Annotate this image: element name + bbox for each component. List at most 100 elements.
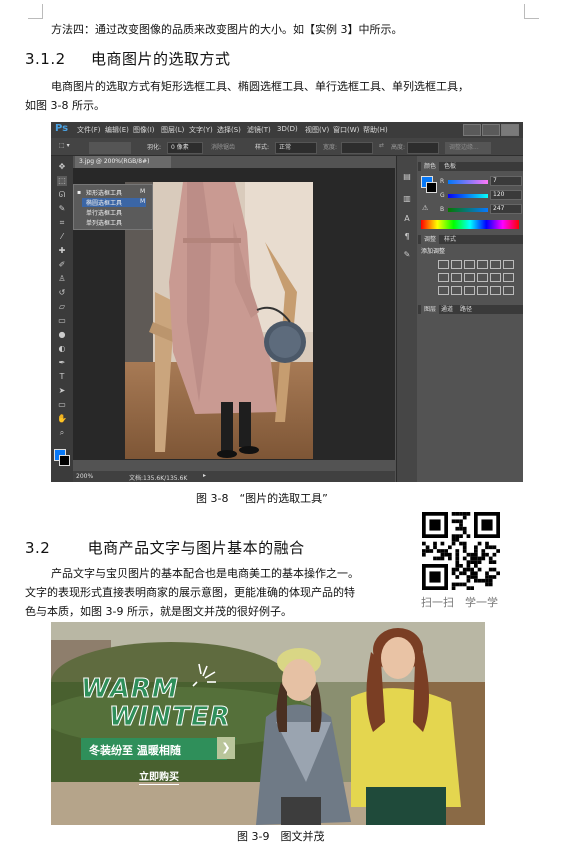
menu-item-8[interactable]: 视图(V) — [305, 125, 329, 135]
menu-item-0[interactable]: 文件(F) — [77, 125, 101, 135]
background-color-swatch[interactable] — [59, 455, 70, 466]
menu-item-3[interactable]: 图层(L) — [161, 125, 184, 135]
zoom-level[interactable]: 200% — [76, 473, 93, 480]
height-input[interactable] — [407, 142, 439, 154]
tab-paths[interactable]: 路径 — [460, 305, 472, 314]
tab-swatches[interactable]: 色板 — [444, 162, 456, 171]
menu-item-10[interactable]: 帮助(H) — [363, 125, 388, 135]
tab-adjustments[interactable]: 调整 — [421, 235, 440, 244]
properties-panel-icon[interactable]: ▥ — [402, 194, 412, 204]
menu-item-2[interactable]: 图像(I) — [133, 125, 155, 135]
row-marquee-item[interactable]: 单行选框工具 — [86, 208, 122, 217]
status-arrow-icon[interactable]: ▸ — [203, 472, 206, 479]
rect-marquee-key: M — [140, 188, 146, 195]
pen-tool-icon[interactable]: ✒ — [57, 358, 67, 368]
channel-b-value[interactable]: 247 — [490, 204, 522, 214]
antialias-checkbox[interactable]: 消除锯齿 — [211, 142, 235, 151]
adjustment-icon-17[interactable] — [503, 286, 514, 295]
minimize-button[interactable] — [463, 124, 481, 136]
menu-item-9[interactable]: 窗口(W) — [333, 125, 359, 135]
qr-code[interactable] — [422, 512, 500, 590]
blur-tool-icon[interactable]: ● — [57, 330, 67, 340]
mode-buttons[interactable] — [89, 142, 131, 154]
section-number: 3.1.2 — [25, 50, 66, 68]
quick-select-icon[interactable]: ✎ — [57, 204, 67, 214]
width-input[interactable] — [341, 142, 373, 154]
ps-right-panels: 颜色 色板 R 7 G 120 ⚠ B 247 调整 样式 添加调整 图层 通道… — [418, 156, 523, 482]
marquee-tool-icon[interactable]: ⬚ — [57, 176, 67, 186]
adjustment-icon-15[interactable] — [477, 286, 488, 295]
healing-icon[interactable]: ✚ — [57, 246, 67, 256]
shape-tool-icon[interactable]: ▭ — [57, 400, 67, 410]
style-value: 正常 — [279, 144, 292, 151]
adjustment-icon-8[interactable] — [464, 273, 475, 282]
qr-caption: 扫一扫 学一学 — [421, 596, 498, 609]
document-tab[interactable]: 3.jpg @ 200%(RGB/8#) — [75, 156, 171, 168]
rect-marquee-item[interactable]: 矩形选框工具 — [86, 188, 122, 197]
menu-item-4[interactable]: 文字(Y) — [189, 125, 213, 135]
color-bg-swatch[interactable] — [426, 182, 437, 193]
zoom-tool-icon[interactable]: ⌕ — [57, 428, 67, 438]
marquee-tool-icon[interactable]: ⬚ ▾ — [59, 142, 70, 149]
channel-g-value[interactable]: 120 — [490, 190, 522, 200]
buy-now-button[interactable]: 立即购买 — [139, 768, 179, 785]
history-panel-icon[interactable]: ▤ — [402, 172, 412, 182]
swap-icon[interactable]: ⇄ — [379, 142, 384, 149]
tab-channels[interactable]: 通道 — [441, 305, 453, 314]
eyedropper-icon[interactable]: ⁄ — [57, 232, 67, 242]
adjustment-icon-5[interactable] — [503, 260, 514, 269]
gradient-icon[interactable]: ▭ — [57, 316, 67, 326]
crop-mark-right — [524, 4, 539, 19]
adjustment-icon-7[interactable] — [451, 273, 462, 282]
adjustment-icon-12[interactable] — [438, 286, 449, 295]
menu-item-7[interactable]: 3D(D) — [277, 125, 298, 133]
channel-g-slider[interactable] — [448, 194, 488, 198]
maximize-button[interactable] — [482, 124, 500, 136]
move-tool-icon[interactable]: ✥ — [57, 162, 67, 172]
stamp-tool-icon[interactable]: ♙ — [57, 274, 67, 284]
width-label: 宽度: — [323, 144, 338, 151]
crop-mark-left — [28, 4, 43, 19]
ps-logo: Ps — [55, 123, 69, 134]
tab-styles[interactable]: 样式 — [444, 235, 456, 244]
adjustment-icon-2[interactable] — [464, 260, 475, 269]
tab-color[interactable]: 颜色 — [421, 162, 440, 171]
tab-layers[interactable]: 图层 — [421, 305, 440, 314]
close-button[interactable] — [501, 124, 519, 136]
lasso-tool-icon[interactable]: ᘏ — [57, 190, 67, 200]
paragraph-panel-icon[interactable]: ¶ — [402, 232, 412, 242]
type-tool-icon[interactable]: T — [57, 372, 67, 382]
adjustment-icon-13[interactable] — [451, 286, 462, 295]
hand-tool-icon[interactable]: ✋ — [57, 414, 67, 424]
path-select-icon[interactable]: ➤ — [57, 386, 67, 396]
menu-item-5[interactable]: 选择(S) — [217, 125, 241, 135]
channel-b-slider[interactable] — [448, 208, 488, 212]
history-brush-icon[interactable]: ↺ — [57, 288, 67, 298]
ellipse-marquee-item[interactable]: 椭圆选框工具 — [82, 198, 146, 207]
col-marquee-item[interactable]: 单列选框工具 — [86, 218, 122, 227]
spectrum-bar[interactable] — [421, 220, 519, 229]
adjustment-icon-6[interactable] — [438, 273, 449, 282]
menu-item-6[interactable]: 滤镜(T) — [247, 125, 271, 135]
feather-value: 0 像素 — [171, 144, 189, 151]
character-panel-icon[interactable]: A — [402, 214, 412, 224]
adjustment-icon-4[interactable] — [490, 260, 501, 269]
adjust-title: 添加调整 — [421, 248, 446, 255]
dodge-tool-icon[interactable]: ◐ — [57, 344, 67, 354]
brush-panel-icon[interactable]: ✎ — [402, 250, 412, 260]
channel-r-slider[interactable] — [448, 180, 488, 184]
adjustment-icon-16[interactable] — [490, 286, 501, 295]
para2-line3: 色与本质，如图 3-9 所示，就是图文并茂的很好例子。 — [25, 605, 292, 618]
adjustment-icon-0[interactable] — [438, 260, 449, 269]
adjustment-icon-10[interactable] — [490, 273, 501, 282]
eraser-icon[interactable]: ▱ — [57, 302, 67, 312]
adjustment-icon-9[interactable] — [477, 273, 488, 282]
adjustment-icon-14[interactable] — [464, 286, 475, 295]
crop-tool-icon[interactable]: ⌗ — [57, 218, 67, 228]
menu-item-1[interactable]: 编辑(E) — [105, 125, 129, 135]
adjustment-icon-1[interactable] — [451, 260, 462, 269]
adjustment-icon-3[interactable] — [477, 260, 488, 269]
brush-tool-icon[interactable]: ✐ — [57, 260, 67, 270]
adjustment-icon-11[interactable] — [503, 273, 514, 282]
channel-r-value[interactable]: 7 — [490, 176, 522, 186]
